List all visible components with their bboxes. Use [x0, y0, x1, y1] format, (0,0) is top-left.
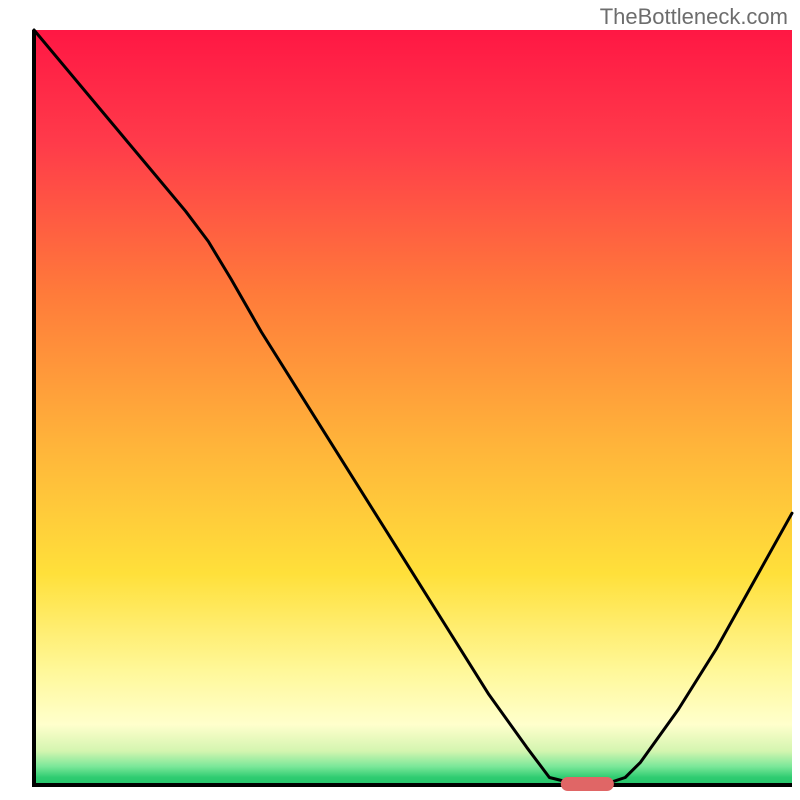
bottleneck-chart: TheBottleneck.com	[0, 0, 800, 800]
gradient-background	[34, 30, 792, 785]
optimal-range-marker	[561, 777, 614, 791]
watermark-text: TheBottleneck.com	[600, 4, 788, 30]
chart-plot-area	[0, 0, 800, 800]
